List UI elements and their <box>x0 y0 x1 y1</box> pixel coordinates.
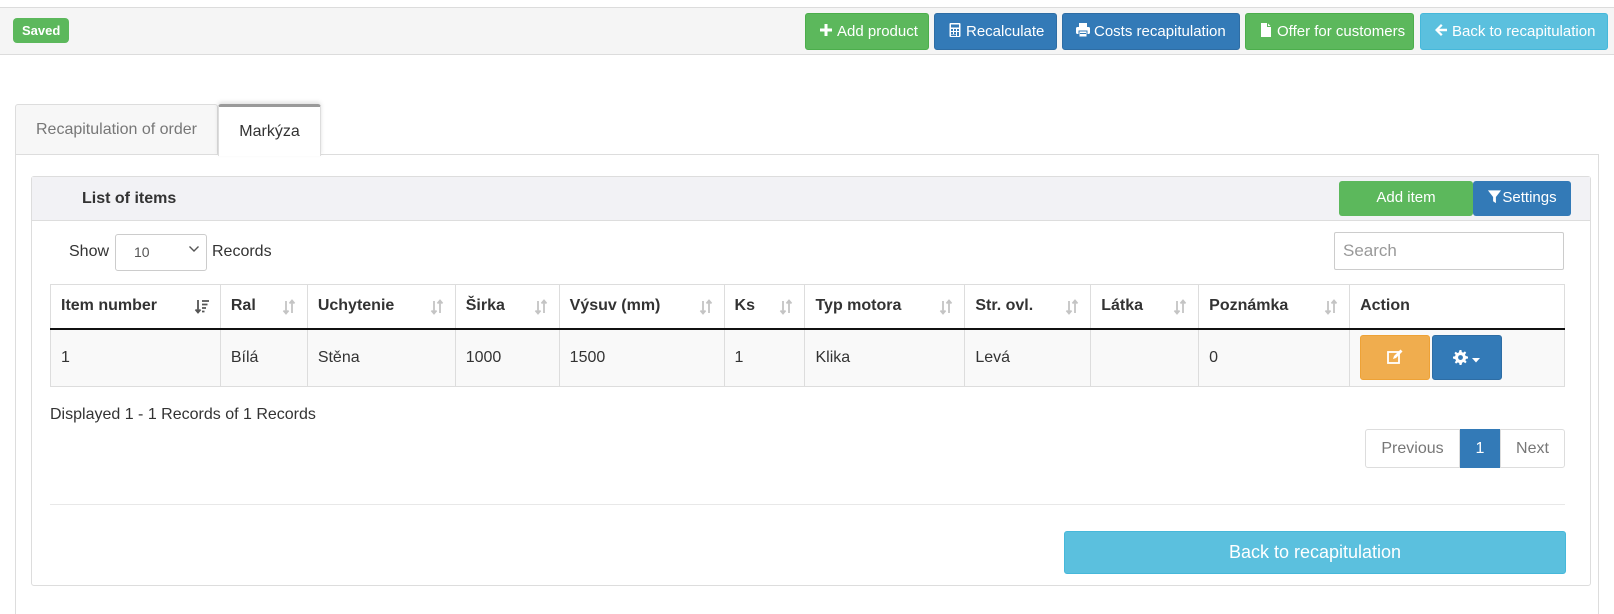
cell-ral: Bílá <box>219 328 308 387</box>
plus-icon <box>820 24 832 36</box>
pagination-next[interactable]: Next <box>1500 429 1565 468</box>
sort-icon <box>430 299 443 315</box>
pagination-previous[interactable]: Previous <box>1365 429 1460 468</box>
costs-recapitulation-button[interactable]: Costs recapitulation <box>1062 13 1240 50</box>
column-latka[interactable]: Látka <box>1090 284 1200 330</box>
column-label: Typ motora <box>815 297 902 315</box>
items-table: Item number Ral Uchytenie Širka Výsuv (m… <box>50 284 1565 387</box>
settings-label: Settings <box>1502 189 1557 206</box>
column-label: Uchytenie <box>317 297 395 315</box>
column-ks[interactable]: Ks <box>723 284 806 330</box>
back-to-recapitulation-top-label: Back to recapitulation <box>1452 23 1596 40</box>
tab-markyza[interactable]: Markýza <box>218 104 321 156</box>
print-icon <box>1076 23 1090 38</box>
cell-latka <box>1090 328 1200 387</box>
costs-recapitulation-label: Costs recapitulation <box>1094 23 1226 40</box>
edit-icon <box>1387 349 1403 365</box>
sort-icon <box>534 299 547 315</box>
back-to-recapitulation-button[interactable]: Back to recapitulation <box>1064 531 1566 574</box>
column-label: Látka <box>1101 297 1144 315</box>
cell-item-number: 1 <box>50 328 221 387</box>
sort-icon <box>1173 299 1187 315</box>
cell-typ-motora: Klika <box>804 328 966 387</box>
pagination-page-1[interactable]: 1 <box>1460 429 1500 468</box>
divider <box>50 504 1565 505</box>
back-to-recapitulation-top-button[interactable]: Back to recapitulation <box>1420 13 1608 50</box>
filter-icon <box>1488 190 1502 204</box>
column-uchytenie[interactable]: Uchytenie <box>306 284 456 330</box>
column-label: Str. ovl. <box>975 297 1034 315</box>
cell-vysuv: 1500 <box>558 328 725 387</box>
caret-down-icon <box>1472 358 1481 363</box>
column-poznamka[interactable]: Poznámka <box>1198 284 1351 330</box>
recalculate-label: Recalculate <box>966 23 1045 40</box>
status-badge: Saved <box>13 18 70 43</box>
offer-for-customers-label: Offer for customers <box>1277 23 1406 40</box>
calculator-icon <box>949 23 961 37</box>
sort-icon <box>940 299 953 315</box>
cell-poznamka: 0 <box>1198 328 1351 387</box>
records-summary: Displayed 1 - 1 Records of 1 Records <box>50 406 316 423</box>
add-item-button[interactable]: Add item <box>1339 181 1473 216</box>
search-input[interactable] <box>1334 232 1564 270</box>
add-product-label: Add product <box>837 23 918 40</box>
column-item-number[interactable]: Item number <box>50 284 221 330</box>
sort-icon <box>699 299 712 315</box>
column-label: Ral <box>230 297 256 315</box>
cell-ks: 1 <box>723 328 806 387</box>
column-vysuv[interactable]: Výsuv (mm) <box>558 284 725 330</box>
column-label: Výsuv (mm) <box>569 297 661 315</box>
cell-uchytenie: Stěna <box>306 328 456 387</box>
chevron-down-icon <box>189 246 199 252</box>
tab-recapitulation-of-order[interactable]: Recapitulation of order <box>15 104 218 155</box>
table-row: 1 Bílá Stěna 1000 1500 1 Klika Levá 0 <box>50 328 1565 387</box>
cell-sirka: 1000 <box>454 328 560 387</box>
settings-button[interactable]: Settings <box>1473 181 1571 216</box>
cell-action <box>1349 328 1565 387</box>
sort-icon <box>780 299 793 315</box>
show-label: Show <box>69 243 110 260</box>
table-header-row: Item number Ral Uchytenie Širka Výsuv (m… <box>50 284 1565 330</box>
column-sirka[interactable]: Širka <box>454 284 560 330</box>
column-label: Action <box>1360 297 1410 315</box>
column-label: Poznámka <box>1209 297 1289 315</box>
column-str-ovl[interactable]: Str. ovl. <box>964 284 1092 330</box>
options-dropdown-button[interactable] <box>1432 335 1503 381</box>
pagination: Previous 1 Next <box>1365 429 1565 468</box>
sort-icon <box>282 299 296 315</box>
recalculate-button[interactable]: Recalculate <box>934 13 1057 50</box>
records-label: Records <box>212 243 272 260</box>
sort-icon <box>1324 299 1338 315</box>
column-typ-motora[interactable]: Typ motora <box>804 284 966 330</box>
sort-desc-icon <box>194 300 209 314</box>
document-icon <box>1261 23 1271 37</box>
arrow-left-icon <box>1435 24 1447 36</box>
sort-icon <box>1066 299 1079 315</box>
edit-button[interactable] <box>1360 335 1431 381</box>
column-action: Action <box>1349 284 1565 330</box>
cell-str-ovl: Levá <box>964 328 1092 387</box>
panel-title: List of items <box>82 190 177 207</box>
offer-for-customers-button[interactable]: Offer for customers <box>1245 13 1414 50</box>
column-label: Širka <box>465 297 505 315</box>
add-product-button[interactable]: Add product <box>805 13 929 50</box>
column-ral[interactable]: Ral <box>219 284 308 330</box>
gear-icon <box>1453 350 1469 366</box>
column-label: Item number <box>61 297 158 315</box>
column-label: Ks <box>734 297 755 315</box>
